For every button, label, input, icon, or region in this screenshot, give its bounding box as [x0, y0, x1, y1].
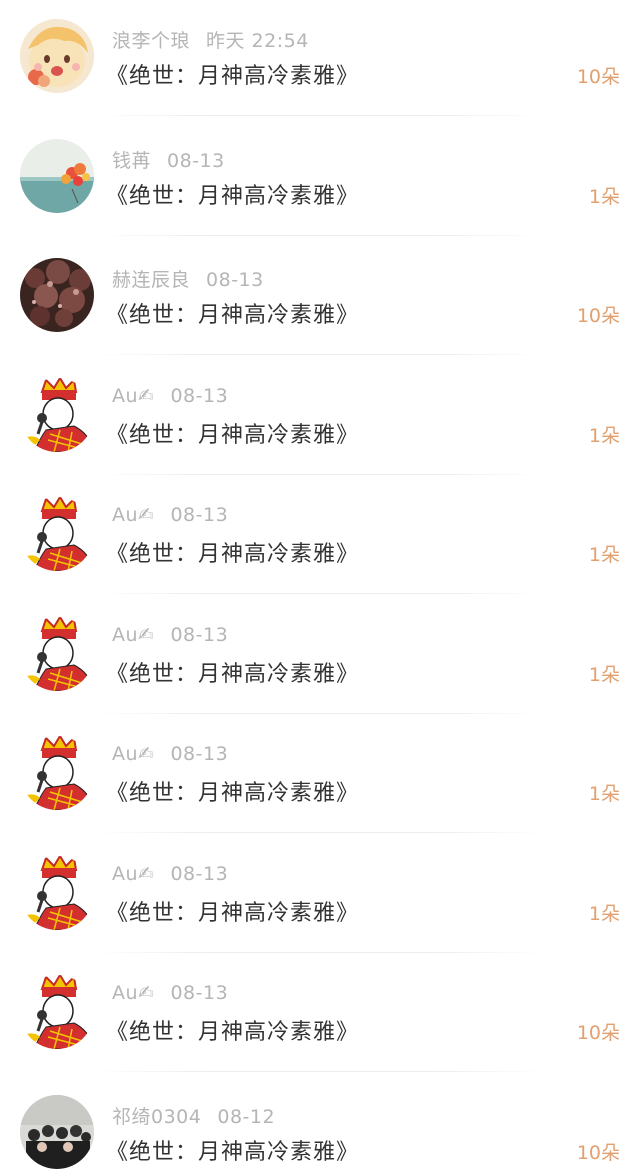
- username[interactable]: Au✍: [112, 385, 154, 407]
- list-item[interactable]: Au✍ 08-13 《绝世：月神高冷素雅》 1朵: [0, 478, 640, 598]
- list-item[interactable]: Au✍ 08-13 《绝世：月神高冷素雅》 1朵: [0, 837, 640, 957]
- user-meta: Au✍ 08-13: [112, 504, 228, 526]
- book-title[interactable]: 《绝世：月神高冷素雅》: [106, 656, 359, 688]
- book-title[interactable]: 《绝世：月神高冷素雅》: [106, 1134, 359, 1166]
- list-item[interactable]: Au✍ 08-13 《绝世：月神高冷素雅》 1朵: [0, 598, 640, 718]
- gift-amount: 10朵: [576, 305, 620, 327]
- divider: [95, 593, 545, 594]
- book-title[interactable]: 《绝世：月神高冷素雅》: [106, 297, 359, 329]
- singing-cartoon-avatar[interactable]: [20, 975, 94, 1049]
- singing-cartoon-avatar[interactable]: [20, 497, 94, 571]
- gift-amount: 1朵: [588, 783, 620, 805]
- anime-girl-avatar[interactable]: [20, 19, 94, 93]
- book-title[interactable]: 《绝世：月神高冷素雅》: [106, 58, 359, 90]
- user-meta: Au✍ 08-13: [112, 624, 228, 646]
- singing-cartoon-avatar[interactable]: [20, 377, 94, 452]
- timestamp: 昨天 22:54: [206, 30, 309, 52]
- book-title[interactable]: 《绝世：月神高冷素雅》: [106, 1014, 359, 1046]
- user-meta: 赫连辰良 08-13: [112, 265, 264, 292]
- list-item[interactable]: 赫连辰良 08-13 《绝世：月神高冷素雅》 10朵: [0, 239, 640, 359]
- username[interactable]: 钱苒: [112, 150, 151, 172]
- book-title[interactable]: 《绝世：月神高冷素雅》: [106, 775, 359, 807]
- book-title[interactable]: 《绝世：月神高冷素雅》: [106, 536, 359, 568]
- timestamp: 08-13: [170, 743, 229, 765]
- username[interactable]: 浪李个琅: [112, 30, 190, 52]
- username[interactable]: Au✍: [112, 624, 154, 646]
- timestamp: 08-13: [170, 982, 229, 1004]
- divider: [95, 473, 545, 475]
- gift-amount: 1朵: [588, 424, 620, 447]
- user-meta: Au✍ 08-13: [112, 743, 228, 765]
- divider: [95, 234, 545, 236]
- singing-cartoon-avatar[interactable]: [20, 736, 94, 810]
- gift-amount: 1朵: [588, 663, 620, 686]
- list-item[interactable]: Au✍ 08-13 《绝世：月神高冷素雅》 1朵: [0, 717, 640, 837]
- username[interactable]: Au✍: [112, 982, 154, 1004]
- gift-amount: 1朵: [588, 544, 620, 566]
- singing-cartoon-avatar[interactable]: [20, 616, 94, 691]
- user-meta: Au✍ 08-13: [112, 982, 228, 1004]
- timestamp: 08-13: [206, 269, 264, 291]
- singing-cartoon-avatar[interactable]: [20, 855, 94, 930]
- book-title[interactable]: 《绝世：月神高冷素雅》: [106, 417, 359, 449]
- gift-record-list: 浪李个琅 昨天 22:54 《绝世：月神高冷素雅》 10朵 钱苒 08-13 《绝世…: [0, 0, 640, 1173]
- list-item[interactable]: 祁绮0304 08-12 《绝世：月神高冷素雅》 10朵: [0, 1076, 640, 1173]
- list-item[interactable]: 浪李个琅 昨天 22:54 《绝世：月神高冷素雅》 10朵: [0, 0, 640, 120]
- username[interactable]: Au✍: [112, 504, 154, 526]
- divider: [95, 832, 545, 833]
- list-item[interactable]: Au✍ 08-13 《绝世：月神高冷素雅》 10朵: [0, 956, 640, 1076]
- timestamp: 08-12: [217, 1105, 276, 1128]
- user-meta: 祁绮0304 08-12: [112, 1102, 275, 1129]
- timestamp: 08-13: [167, 149, 225, 172]
- gift-amount: 10朵: [576, 1141, 620, 1164]
- user-meta: 钱苒 08-13: [112, 146, 225, 173]
- username[interactable]: Au✍: [112, 743, 154, 765]
- list-item[interactable]: 钱苒 08-13 《绝世：月神高冷素雅》 1朵: [0, 120, 640, 240]
- cherry-blossom-avatar[interactable]: [20, 258, 94, 332]
- gift-amount: 1朵: [588, 902, 620, 925]
- divider: [95, 712, 545, 714]
- timestamp: 08-13: [170, 623, 229, 646]
- timestamp: 08-13: [170, 384, 229, 407]
- username[interactable]: Au✍: [112, 863, 154, 885]
- timestamp: 08-13: [170, 504, 229, 526]
- book-title[interactable]: 《绝世：月神高冷素雅》: [106, 178, 359, 210]
- divider: [95, 354, 545, 355]
- gift-amount: 10朵: [576, 1022, 620, 1044]
- sea-balloons-avatar[interactable]: [20, 138, 94, 213]
- divider: [95, 115, 545, 116]
- gift-amount: 1朵: [588, 185, 620, 208]
- list-item[interactable]: Au✍ 08-13 《绝世：月神高冷素雅》 1朵: [0, 359, 640, 479]
- username[interactable]: 赫连辰良: [112, 269, 190, 291]
- gift-amount: 10朵: [576, 66, 620, 88]
- user-meta: Au✍ 08-13: [112, 863, 228, 885]
- divider: [95, 1071, 545, 1072]
- user-meta: Au✍ 08-13: [112, 385, 228, 407]
- username[interactable]: 祁绮0304: [112, 1106, 201, 1128]
- book-title[interactable]: 《绝世：月神高冷素雅》: [106, 895, 359, 927]
- timestamp: 08-13: [170, 862, 229, 885]
- user-meta: 浪李个琅 昨天 22:54: [112, 26, 309, 53]
- group-photo-avatar[interactable]: [20, 1094, 94, 1169]
- divider: [95, 951, 545, 953]
